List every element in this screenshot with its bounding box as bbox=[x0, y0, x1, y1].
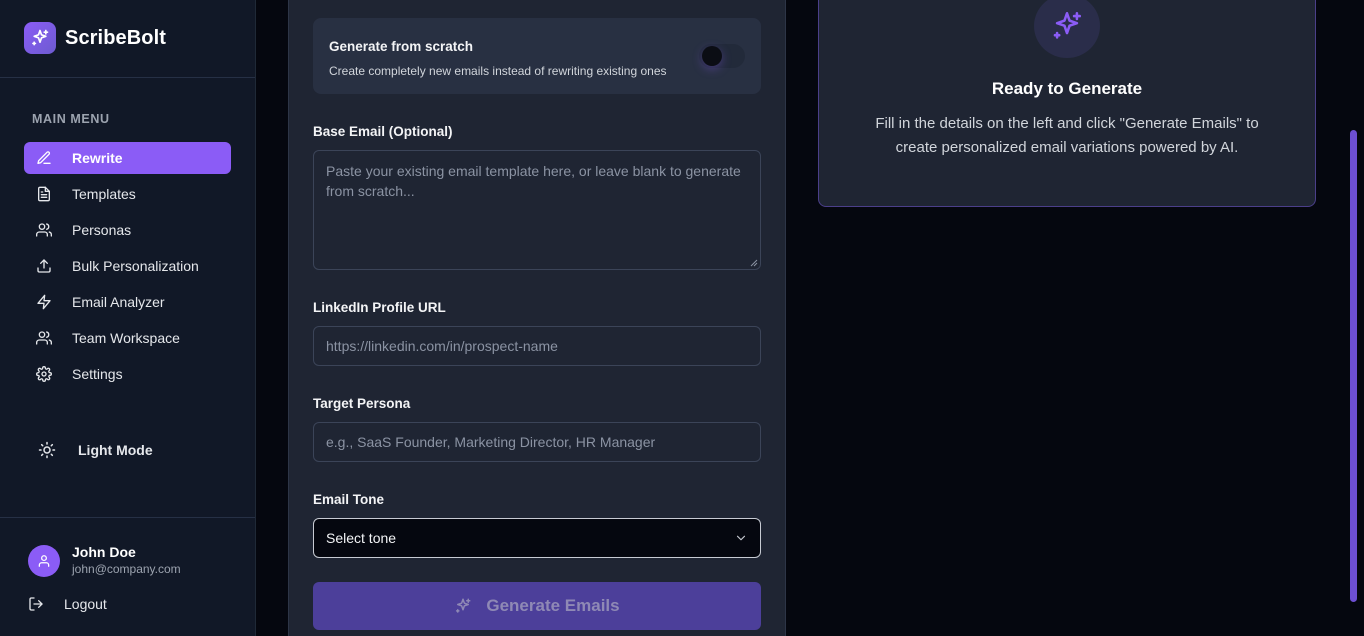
target-persona-label: Target Persona bbox=[313, 396, 411, 411]
target-persona-input[interactable]: e.g., SaaS Founder, Marketing Director, … bbox=[313, 422, 761, 462]
email-tone-label: Email Tone bbox=[313, 492, 385, 507]
file-text-icon bbox=[38, 186, 50, 202]
logout-button[interactable]: Logout bbox=[28, 596, 107, 612]
sidebar-item-label: Settings bbox=[72, 366, 123, 382]
users-icon bbox=[36, 331, 52, 345]
sun-icon bbox=[38, 441, 56, 459]
gear-icon bbox=[36, 366, 52, 382]
generate-emails-label: Generate Emails bbox=[486, 596, 620, 615]
base-email-placeholder: Paste your existing email template here,… bbox=[326, 163, 741, 199]
generate-from-scratch-switch[interactable] bbox=[699, 44, 745, 68]
toggle-description: Create completely new emails instead of … bbox=[329, 64, 667, 78]
generate-from-scratch-panel: Generate from scratch Create completely … bbox=[313, 18, 761, 94]
user-icon bbox=[38, 555, 50, 567]
user-profile[interactable]: John Doe john@company.com bbox=[28, 544, 181, 578]
linkedin-url-label: LinkedIn Profile URL bbox=[313, 300, 446, 315]
divider bbox=[0, 77, 255, 78]
brand[interactable]: ScribeBolt bbox=[24, 22, 166, 54]
chevron-down-icon bbox=[736, 535, 746, 541]
sidebar-item-label: Bulk Personalization bbox=[72, 258, 199, 274]
switch-knob bbox=[702, 46, 722, 66]
base-email-textarea[interactable]: Paste your existing email template here,… bbox=[313, 150, 761, 270]
sidebar-item-label: Templates bbox=[72, 186, 136, 202]
email-tone-value: Select tone bbox=[326, 530, 397, 546]
zap-icon bbox=[37, 294, 51, 310]
toggle-title: Generate from scratch bbox=[329, 39, 474, 54]
pencil-icon bbox=[37, 151, 51, 164]
sidebar-item-rewrite[interactable]: Rewrite bbox=[24, 142, 231, 174]
sidebar-item-settings[interactable]: Settings bbox=[24, 358, 231, 390]
avatar bbox=[28, 545, 60, 577]
logout-icon bbox=[29, 597, 43, 611]
main-nav: Rewrite Templates Personas Bulk Personal… bbox=[24, 142, 231, 394]
upload-icon bbox=[37, 259, 51, 273]
sidebar-item-team-workspace[interactable]: Team Workspace bbox=[24, 322, 231, 354]
target-persona-placeholder: e.g., SaaS Founder, Marketing Director, … bbox=[326, 434, 656, 450]
sidebar-item-email-analyzer[interactable]: Email Analyzer bbox=[24, 286, 231, 318]
theme-toggle-button[interactable]: Light Mode bbox=[38, 438, 153, 462]
divider bbox=[0, 517, 255, 518]
user-email: john@company.com bbox=[72, 562, 181, 576]
sparkles-icon bbox=[456, 598, 471, 613]
sidebar-item-bulk-personalization[interactable]: Bulk Personalization bbox=[24, 250, 231, 282]
sparkles-icon bbox=[24, 22, 56, 54]
theme-toggle-label: Light Mode bbox=[78, 442, 153, 458]
logout-label: Logout bbox=[64, 596, 107, 612]
sidebar-item-personas[interactable]: Personas bbox=[24, 214, 231, 246]
email-tone-select[interactable]: Select tone bbox=[313, 518, 761, 558]
sidebar-item-label: Personas bbox=[72, 222, 132, 238]
generate-emails-button[interactable]: Generate Emails bbox=[313, 582, 761, 630]
menu-title: MAIN MENU bbox=[32, 112, 110, 126]
ready-description: Fill in the details on the left and clic… bbox=[875, 115, 1259, 156]
brand-name: ScribeBolt bbox=[65, 26, 167, 49]
sidebar-item-label: Email Analyzer bbox=[72, 294, 165, 310]
sidebar-item-templates[interactable]: Templates bbox=[24, 178, 231, 210]
sidebar: ScribeBolt MAIN MENU Rewrite Templates P… bbox=[0, 0, 256, 636]
user-name: John Doe bbox=[72, 544, 136, 560]
resize-handle-icon[interactable] bbox=[750, 259, 758, 267]
ready-title: Ready to Generate bbox=[991, 79, 1143, 98]
sidebar-item-label: Team Workspace bbox=[72, 330, 180, 346]
sidebar-item-label: Rewrite bbox=[72, 150, 123, 166]
scrollbar-thumb[interactable] bbox=[1350, 130, 1357, 602]
base-email-label: Base Email (Optional) bbox=[313, 124, 453, 139]
linkedin-url-input[interactable]: https://linkedin.com/in/prospect-name bbox=[313, 326, 761, 366]
linkedin-url-placeholder: https://linkedin.com/in/prospect-name bbox=[326, 338, 558, 354]
users-icon bbox=[36, 223, 52, 237]
